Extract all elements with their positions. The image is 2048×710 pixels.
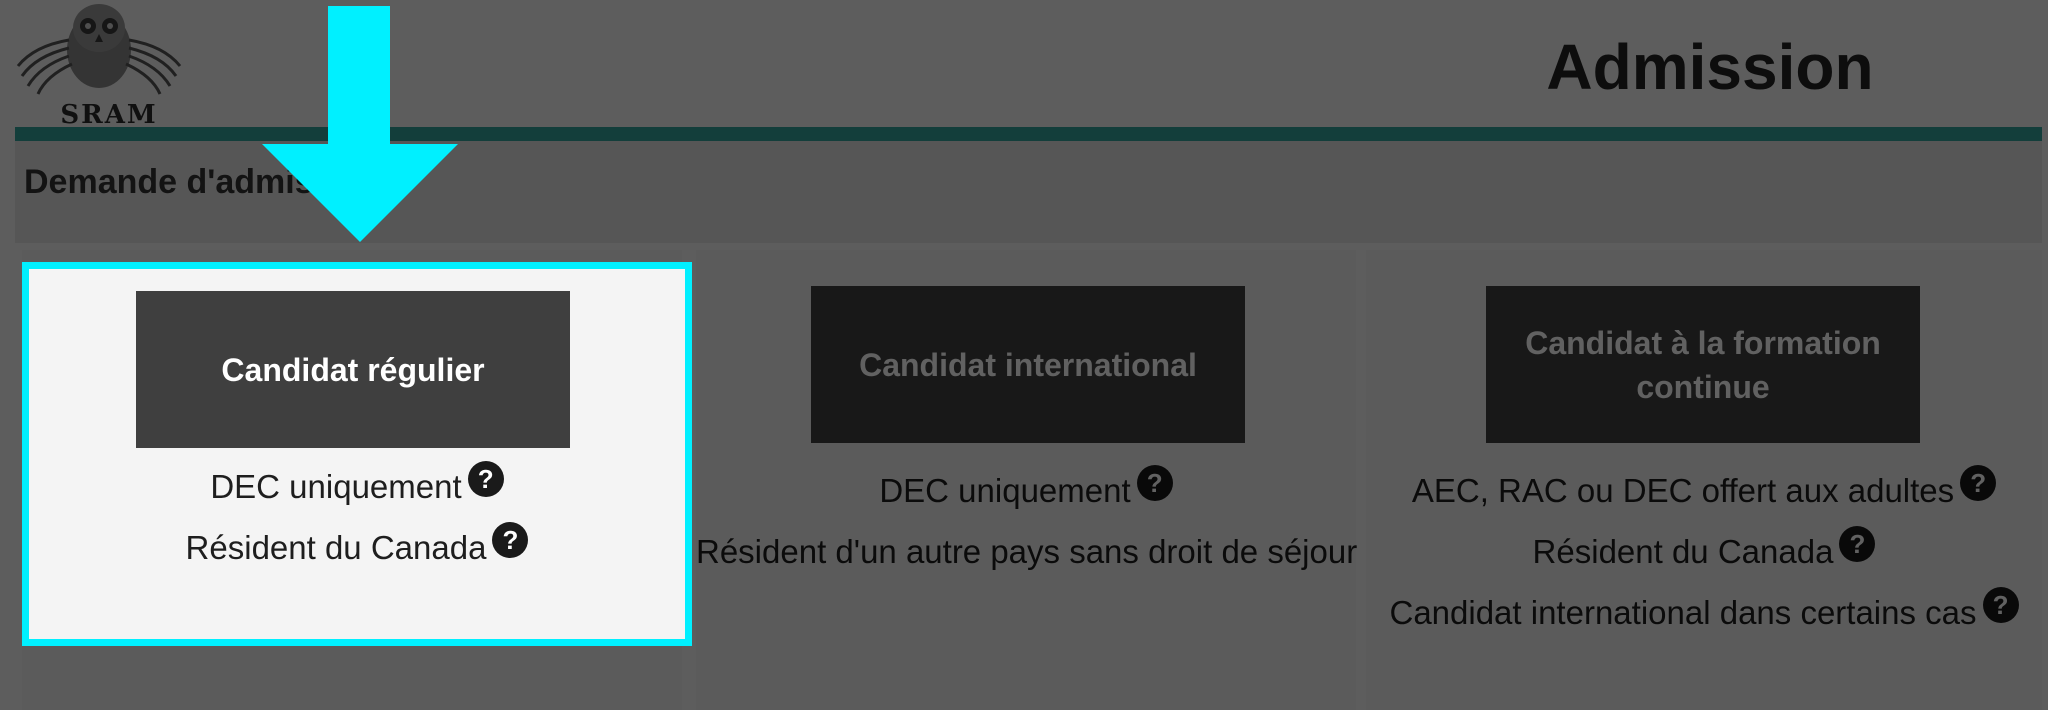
help-icon[interactable]: ? [1960, 465, 1997, 501]
help-icon[interactable]: ? [1839, 526, 1876, 562]
candidate-card-international: Candidat international DEC uniquement? R… [696, 250, 1358, 710]
tutorial-highlight-box: Candidat régulier DEC uniquement? Réside… [22, 262, 692, 646]
help-icon[interactable]: ? [492, 522, 529, 558]
help-icon[interactable]: ? [1136, 465, 1173, 501]
criteria-item: AEC, RAC ou DEC offert aux adultes? [1366, 460, 2042, 521]
criteria-item: Résident du Canada? [1366, 521, 2042, 582]
criteria-label: Candidat international dans certains cas [1389, 594, 1977, 631]
criteria-item: Candidat international dans certains cas… [1366, 582, 2042, 643]
criteria-label: Résident du Canada [185, 529, 487, 566]
page-title: Admission [1546, 31, 1874, 103]
criteria-item: DEC uniquement? [696, 460, 1356, 521]
criteria-item: Résident d'un autre pays sans droit de s… [696, 521, 1358, 582]
criteria-list: DEC uniquement? Résident d'un autre pays… [696, 460, 1358, 582]
criteria-item: Résident du Canada? [29, 517, 685, 578]
criteria-list: DEC uniquement? Résident du Canada? [29, 456, 685, 578]
pointer-arrow-icon [262, 6, 458, 242]
criteria-item: DEC uniquement? [29, 456, 685, 517]
candidat-formation-continue-button[interactable]: Candidat à la formation continue [1486, 286, 1920, 443]
candidat-international-button[interactable]: Candidat international [811, 286, 1245, 443]
criteria-label: Résident du Canada [1532, 533, 1834, 570]
criteria-label: DEC uniquement [879, 472, 1131, 509]
help-icon[interactable]: ? [1982, 587, 2019, 623]
criteria-label: DEC uniquement [210, 468, 462, 505]
help-icon[interactable]: ? [467, 461, 504, 497]
sram-logo[interactable]: SRAM [14, 0, 184, 130]
candidat-regulier-button-highlighted[interactable]: Candidat régulier [136, 291, 570, 448]
criteria-label: AEC, RAC ou DEC offert aux adultes [1411, 472, 1955, 509]
criteria-list: AEC, RAC ou DEC offert aux adultes? Rési… [1366, 460, 2042, 643]
criteria-label: Résident d'un autre pays sans droit de s… [696, 533, 1358, 570]
logo-text: SRAM [60, 100, 158, 130]
candidate-card-continuing-education: Candidat à la formation continue AEC, RA… [1366, 250, 2042, 710]
